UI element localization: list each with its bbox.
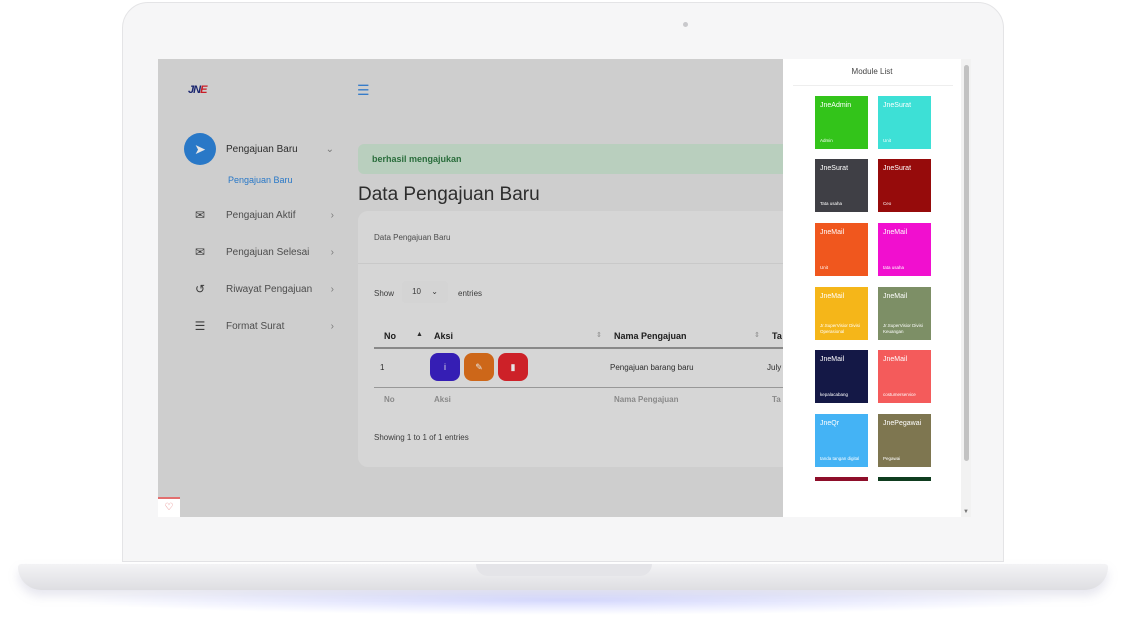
envelope-open-icon: ✉ xyxy=(194,245,206,259)
app-screen: JNE ➤ Pengajuan Baru ⌄ Pengajuan Baru ✉ … xyxy=(158,59,971,517)
footer-no: No xyxy=(384,395,395,404)
page-title: Data Pengajuan Baru xyxy=(358,184,540,205)
sidebar-item-riwayat-pengajuan[interactable]: ↺ Riwayat Pengajuan › xyxy=(184,279,334,299)
data-card: Data Pengajuan Baru Show 10 ⌄ entries No… xyxy=(358,211,804,467)
edit-button[interactable]: ✎ xyxy=(464,353,494,381)
laptop-notch xyxy=(476,564,652,576)
heart-icon[interactable]: ♡ xyxy=(158,497,180,517)
sidebar-item-format-surat[interactable]: ☰ Format Surat › xyxy=(184,316,334,336)
table-row: 1 i ✎ ▮ Pengajuan barang baru July xyxy=(374,349,804,388)
module-tile[interactable]: JneMail tata usaha xyxy=(878,223,931,276)
module-tile[interactable]: JneQr tanda tangan digital xyxy=(815,414,868,467)
sidebar-item-label: Pengajuan Selesai xyxy=(226,246,310,258)
info-button[interactable]: i xyxy=(430,353,460,381)
sort-icon: ⇕ xyxy=(754,332,760,339)
footer-tanggal: Ta xyxy=(772,395,781,404)
column-header-no[interactable]: No xyxy=(384,331,396,341)
sidebar-item-label: Riwayat Pengajuan xyxy=(226,283,313,295)
table-footer: No Aksi Nama Pengajuan Ta xyxy=(374,393,804,411)
sidebar-item-label: Pengajuan Aktif xyxy=(226,209,296,221)
sidebar-item-pengajuan-baru[interactable]: Pengajuan Baru ⌄ xyxy=(184,139,334,159)
module-tile[interactable]: JneSurat Ceo xyxy=(878,159,931,212)
mail-cog-icon: ✉ xyxy=(194,208,206,222)
sort-icon: ⇕ xyxy=(596,332,602,339)
history-icon: ↺ xyxy=(194,282,206,296)
module-tile[interactable]: JneSurat Unit xyxy=(878,96,931,149)
chevron-down-icon: ⌄ xyxy=(431,287,438,296)
module-tile[interactable]: JneMail kepalacabang xyxy=(815,350,868,403)
footer-nama: Nama Pengajuan xyxy=(614,395,679,404)
sidebar-item-label: Pengajuan Baru xyxy=(226,143,298,155)
edit-icon: ✎ xyxy=(475,362,483,372)
sidebar-subitem-pengajuan-baru[interactable]: Pengajuan Baru xyxy=(228,175,293,185)
module-tile[interactable]: JneAdmin Admin xyxy=(815,96,868,149)
module-tile-partial[interactable] xyxy=(815,477,868,481)
sort-asc-icon: ▲ xyxy=(416,331,423,338)
sidebar-item-pengajuan-selesai[interactable]: ✉ Pengajuan Selesai › xyxy=(184,242,334,262)
cell-tanggal: July xyxy=(767,363,782,372)
module-tile[interactable]: JneMail costumerservice xyxy=(878,350,931,403)
scrollbar-thumb[interactable] xyxy=(964,65,969,461)
chevron-right-icon: › xyxy=(330,320,334,332)
show-label: Show xyxy=(374,289,395,298)
column-header-aksi[interactable]: Aksi xyxy=(434,331,453,341)
card-header: Data Pengajuan Baru xyxy=(374,233,451,242)
column-header-tanggal[interactable]: Ta xyxy=(772,331,782,341)
page-size-select[interactable]: 10 ⌄ xyxy=(402,281,448,303)
chevron-down-icon: ⌄ xyxy=(325,143,334,155)
camera-icon xyxy=(683,22,688,27)
cell-no: 1 xyxy=(380,363,385,372)
cell-nama: Pengajuan barang baru xyxy=(610,363,694,372)
divider xyxy=(793,85,953,86)
hamburger-menu-icon[interactable]: ☰ xyxy=(357,83,371,97)
success-alert: berhasil mengajukan xyxy=(358,144,798,174)
module-tile[interactable]: JneMail Unit xyxy=(815,223,868,276)
module-tile[interactable]: JnePegawai Pegawai xyxy=(878,414,931,467)
entries-label: entries xyxy=(458,289,483,298)
module-tile-partial[interactable] xyxy=(878,477,931,481)
indent-list-icon: ☰ xyxy=(194,319,206,333)
scrollbar[interactable]: ▼ xyxy=(961,59,971,517)
scroll-down-icon[interactable]: ▼ xyxy=(963,509,969,515)
module-tile[interactable]: JneMail Jr.SuperVisior Divisi Keuangan xyxy=(878,287,931,340)
chevron-right-icon: › xyxy=(330,246,334,258)
table-info: Showing 1 to 1 of 1 entries xyxy=(374,433,469,442)
sidebar-item-pengajuan-aktif[interactable]: ✉ Pengajuan Aktif › xyxy=(184,205,334,225)
divider xyxy=(358,263,798,264)
table-header: No ▲ Aksi ⇕ Nama Pengajuan ⇕ Ta xyxy=(374,325,804,349)
chevron-right-icon: › xyxy=(330,209,334,221)
trash-icon: ▮ xyxy=(510,362,516,372)
sidebar-item-label: Format Surat xyxy=(226,320,285,332)
module-tile[interactable]: JneMail Jr.SuperVisior Divisi Operasional xyxy=(815,287,868,340)
delete-button[interactable]: ▮ xyxy=(498,353,528,381)
footer-aksi: Aksi xyxy=(434,395,451,404)
jne-logo[interactable]: JNE xyxy=(188,84,207,96)
chevron-right-icon: › xyxy=(330,283,334,295)
module-tile[interactable]: JneSurat Tata usaha xyxy=(815,159,868,212)
column-header-nama[interactable]: Nama Pengajuan xyxy=(614,331,687,341)
module-list-title: Module List xyxy=(851,67,893,76)
module-list-panel: Module List JneAdmin Admin JneSurat Unit J… xyxy=(783,59,961,517)
info-icon: i xyxy=(444,362,446,372)
